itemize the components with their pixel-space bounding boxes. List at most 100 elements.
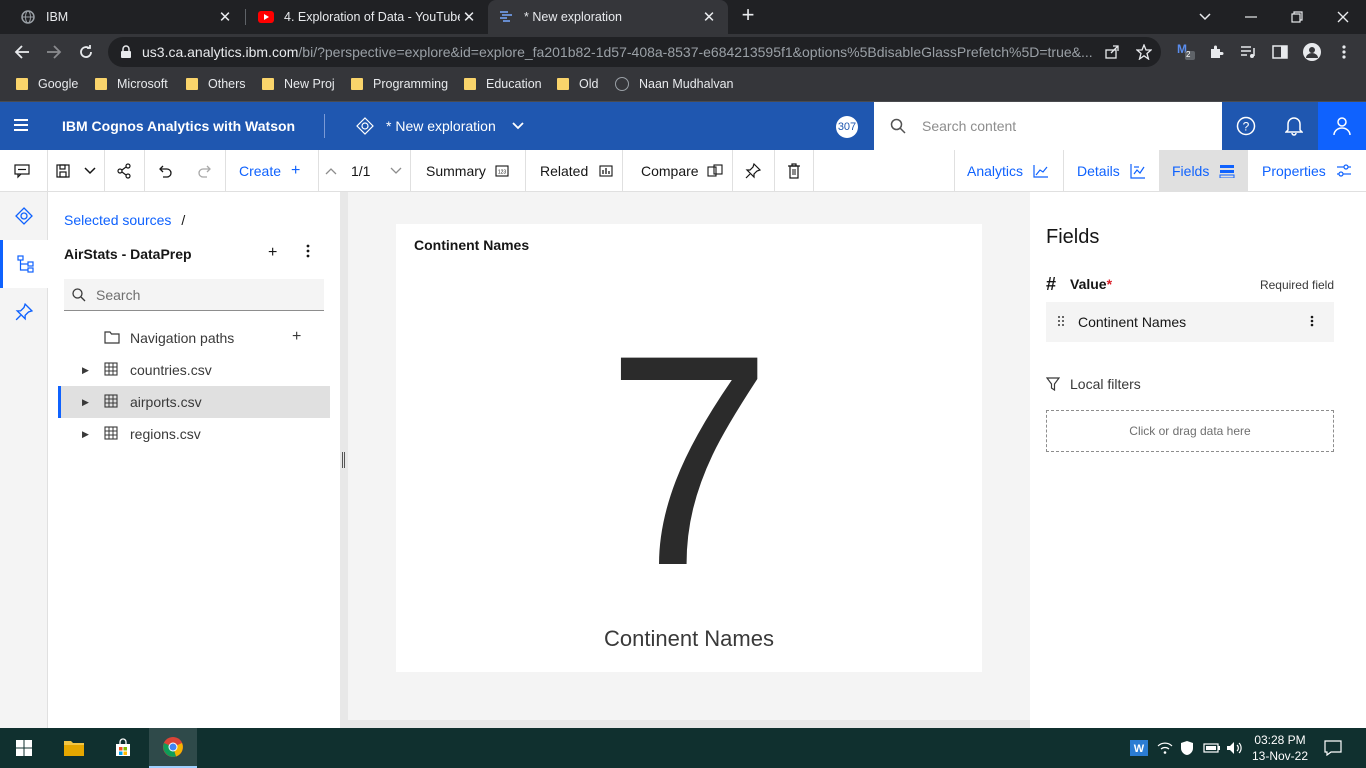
add-source-plus-icon[interactable]: + — [268, 244, 277, 262]
security-shield-icon[interactable] — [1180, 728, 1194, 768]
system-clock[interactable]: 03:28 PM 13-Nov-22 — [1246, 732, 1314, 764]
exploration-title-menu[interactable]: * New exploration — [356, 114, 524, 138]
expand-caret-icon[interactable]: ▶ — [82, 429, 92, 440]
tree-item-airports[interactable]: ▶ airports.csv — [58, 386, 330, 418]
kpi-card[interactable]: Continent Names 7 Continent Names — [396, 224, 982, 672]
notification-count-badge[interactable]: 307 — [836, 116, 858, 138]
pin-icon[interactable] — [745, 150, 761, 192]
bookmark-google[interactable]: Google — [16, 70, 78, 98]
reload-icon[interactable] — [74, 40, 98, 64]
browser-tab-new-exploration[interactable]: * New exploration ✕ — [488, 0, 728, 34]
bookmark-naan-mudhalvan[interactable]: Naan Mudhalvan — [615, 70, 734, 98]
fields-icon — [1219, 163, 1235, 179]
summary-button[interactable]: Summary 123 — [426, 150, 510, 192]
side-panel-icon[interactable] — [1270, 42, 1290, 62]
delete-trash-icon[interactable] — [787, 150, 801, 192]
expand-caret-icon[interactable]: ▶ — [82, 397, 92, 408]
share-icon[interactable] — [116, 150, 132, 192]
windows-taskbar: W 03:28 PM 13-Nov-22 — [0, 728, 1366, 768]
extension-m-icon[interactable]: M 2 — [1176, 40, 1196, 60]
profile-avatar-icon[interactable] — [1302, 42, 1322, 62]
share-icon[interactable] — [1104, 44, 1120, 60]
media-control-icon[interactable] — [1238, 42, 1258, 62]
details-icon — [1130, 163, 1146, 179]
add-navigation-path-plus-icon[interactable]: + — [292, 328, 301, 346]
fields-tab[interactable]: Fields — [1159, 150, 1248, 192]
chevron-down-icon[interactable] — [512, 119, 524, 133]
details-tab[interactable]: Details — [1077, 150, 1146, 192]
close-tab-icon[interactable]: ✕ — [216, 8, 234, 26]
back-arrow-icon[interactable] — [10, 40, 34, 64]
tree-item-countries[interactable]: ▶ countries.csv — [58, 354, 330, 386]
notifications-bell-icon[interactable] — [1270, 102, 1318, 150]
pinned-items-icon[interactable] — [0, 288, 48, 336]
next-card-chevron-icon[interactable] — [390, 150, 402, 192]
bookmark-education[interactable]: Education — [464, 70, 542, 98]
analytics-tab[interactable]: Analytics — [967, 150, 1049, 192]
properties-tab[interactable]: Properties — [1262, 150, 1352, 192]
expand-caret-icon[interactable]: ▶ — [82, 365, 92, 376]
tab-search-chevron-icon[interactable] — [1182, 0, 1228, 34]
tree-item-navigation-paths[interactable]: Navigation paths — [58, 322, 330, 354]
user-profile-icon[interactable] — [1318, 102, 1366, 150]
url-omnibox[interactable]: us3.ca.analytics.ibm.com/bi/?perspective… — [108, 37, 1161, 67]
help-icon[interactable]: ? — [1222, 102, 1270, 150]
bookmark-programming[interactable]: Programming — [351, 70, 448, 98]
close-tab-icon[interactable]: ✕ — [460, 8, 478, 26]
analytics-icon — [1033, 163, 1049, 179]
hamburger-menu-icon[interactable] — [14, 119, 28, 131]
create-button[interactable]: Create + — [239, 150, 300, 192]
data-tree-icon[interactable] — [0, 240, 48, 288]
slot-item-overflow-icon[interactable] — [1310, 314, 1314, 330]
compare-button[interactable]: Compare — [641, 150, 723, 192]
forward-arrow-icon[interactable] — [42, 40, 66, 64]
content-search[interactable]: Search content — [874, 102, 1222, 150]
source-overflow-menu-icon[interactable] — [306, 244, 310, 263]
folder-icon — [95, 78, 107, 90]
bottom-resize-bar[interactable] — [348, 720, 1030, 728]
minimize-icon[interactable] — [1228, 0, 1274, 34]
browser-tab-ibm[interactable]: IBM ✕ — [0, 0, 244, 34]
bookmark-new-proj[interactable]: New Proj — [262, 70, 335, 98]
new-tab-plus-icon[interactable]: + — [737, 4, 759, 27]
comment-icon[interactable] — [14, 150, 34, 192]
drag-handle-icon[interactable] — [1058, 315, 1066, 329]
bookmark-microsoft[interactable]: Microsoft — [95, 70, 168, 98]
filter-drop-zone[interactable]: Click or drag data here — [1046, 410, 1334, 452]
undo-icon[interactable] — [157, 150, 173, 192]
source-search-input[interactable]: Search — [64, 279, 324, 311]
bookmark-others[interactable]: Others — [186, 70, 246, 98]
previous-card-chevron-icon[interactable] — [325, 150, 337, 192]
notification-center-icon[interactable] — [1324, 728, 1342, 768]
chrome-taskbar-icon[interactable] — [149, 728, 197, 768]
bookmark-star-icon[interactable] — [1135, 43, 1153, 61]
close-tab-icon[interactable]: ✕ — [700, 8, 718, 26]
restore-icon[interactable] — [1274, 0, 1320, 34]
chrome-menu-icon[interactable] — [1334, 42, 1354, 62]
redo-icon[interactable] — [197, 150, 213, 192]
battery-icon[interactable] — [1203, 728, 1221, 768]
save-options-chevron-icon[interactable] — [84, 150, 98, 192]
lock-icon[interactable] — [120, 45, 134, 59]
breadcrumb-selected-sources[interactable]: Selected sources — [64, 212, 171, 228]
folder-icon — [104, 330, 120, 346]
word-tray-icon[interactable]: W — [1130, 728, 1148, 768]
windows-start-icon[interactable] — [0, 728, 48, 768]
related-button[interactable]: Related — [540, 150, 614, 192]
wifi-icon[interactable] — [1157, 728, 1173, 768]
bookmark-label: Microsoft — [117, 77, 168, 91]
microsoft-store-icon[interactable] — [99, 728, 147, 768]
volume-icon[interactable] — [1226, 728, 1244, 768]
tree-item-regions[interactable]: ▶ regions.csv — [58, 418, 330, 450]
save-icon[interactable] — [56, 150, 72, 192]
extensions-puzzle-icon[interactable] — [1206, 42, 1226, 62]
file-explorer-icon[interactable] — [50, 728, 98, 768]
value-slot-item[interactable]: Continent Names — [1046, 302, 1334, 342]
slot-item-label: Continent Names — [1078, 314, 1187, 330]
close-window-icon[interactable] — [1320, 0, 1366, 34]
compare-label: Compare — [641, 163, 699, 179]
exploration-nav-icon[interactable] — [0, 192, 48, 240]
panel-resize-splitter[interactable] — [340, 192, 348, 728]
bookmark-old[interactable]: Old — [557, 70, 598, 98]
browser-tab-youtube[interactable]: 4. Exploration of Data - YouTube ✕ — [238, 0, 488, 34]
